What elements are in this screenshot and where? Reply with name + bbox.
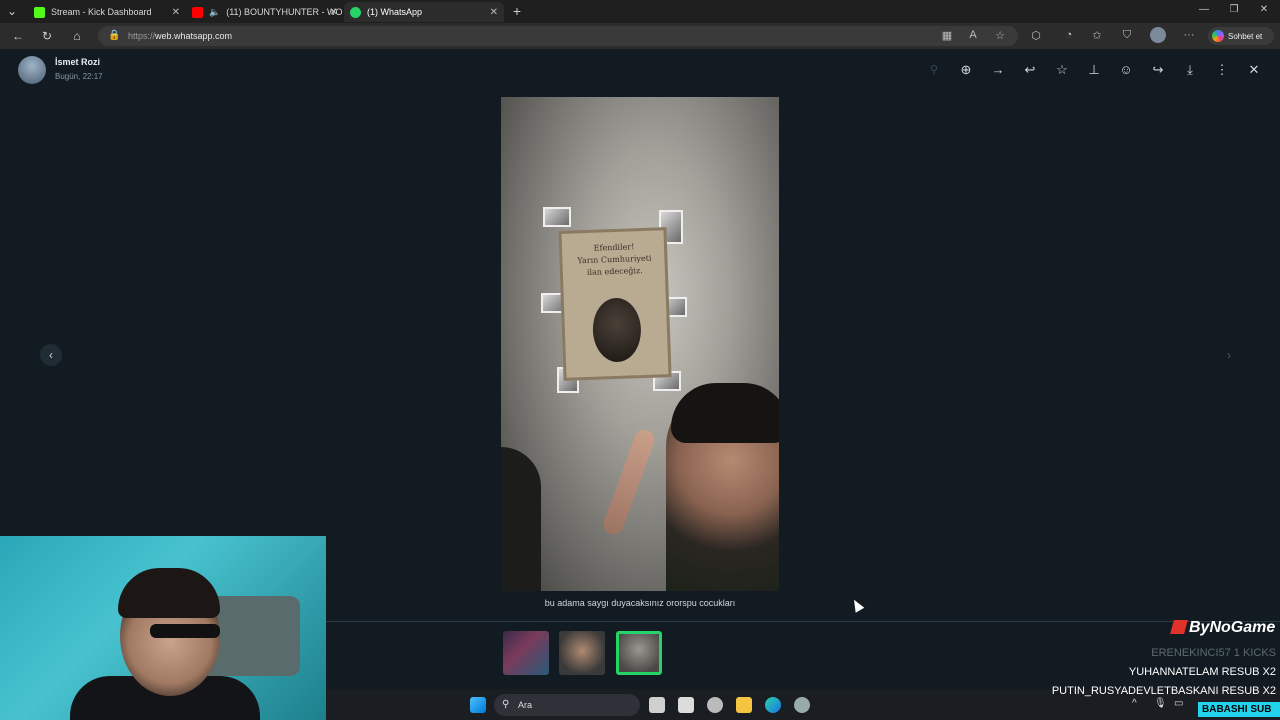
lock-icon: 🔒 [108, 30, 121, 41]
extensions-icon[interactable]: ⬡ [1029, 29, 1043, 42]
cam-glasses [150, 624, 220, 638]
person-hair [671, 383, 779, 443]
browser-tab-bar: ⌄ Stream - Kick Dashboard ✕ 🔈 (11) BOUNT… [0, 0, 1280, 23]
network-icon[interactable]: ▭ [1174, 698, 1183, 709]
search-icon: ⚲ [502, 699, 510, 710]
star-icon[interactable]: ☆ [1053, 61, 1071, 79]
event-line: PUTIN_RUSYADEVLETBASKANI RESUB X2 [1051, 685, 1276, 697]
reply-icon[interactable]: ↩ [1021, 61, 1039, 79]
wall-poster: Efendiler! Yarın Cumhuriyeti ilan edeceğ… [558, 227, 672, 381]
tab-kick-dashboard[interactable]: Stream - Kick Dashboard ✕ [28, 2, 186, 22]
home-icon[interactable]: ⌂ [69, 28, 85, 44]
sender-name: İsmet Rozi [55, 57, 101, 67]
shadow-figure [501, 447, 541, 591]
share-icon[interactable]: ↪ [1149, 61, 1167, 79]
apps-icon[interactable]: ▦ [940, 29, 954, 42]
refresh-icon[interactable]: ↻ [39, 28, 55, 44]
event-line: YUHANNATELAM RESUB X2 [1128, 666, 1276, 678]
favorite-star-icon[interactable]: ☆ [993, 29, 1007, 42]
kick-icon [34, 6, 45, 18]
url-input[interactable]: 🔒 https://web.whatsapp.com [98, 26, 1018, 46]
message-timestamp: Bugün, 22:17 [55, 72, 103, 81]
close-icon[interactable]: ✕ [1245, 61, 1263, 79]
cam-hair [118, 568, 220, 618]
copilot-label: Sohbet et [1228, 31, 1263, 41]
wall-photo [543, 207, 571, 227]
shield-icon[interactable]: ⛉ [1120, 29, 1134, 42]
tray-chevron-icon[interactable]: ^ [1132, 698, 1137, 709]
address-bar-row: ← ↻ ⌂ 🔒 https://web.whatsapp.com ▦ A ☆ ⬡… [0, 23, 1280, 49]
app-icon[interactable] [707, 697, 723, 713]
close-icon[interactable]: ✕ [172, 7, 180, 18]
back-icon[interactable]: ← [10, 28, 26, 44]
search-placeholder: Ara [518, 700, 533, 710]
copilot-button[interactable]: Sohbet et [1208, 27, 1274, 45]
taskbar-search[interactable]: ⚲ Ara [494, 694, 640, 716]
profile-switch-icon[interactable]: ◔ [1062, 29, 1076, 41]
task-view-icon[interactable] [649, 697, 665, 713]
brand-name: ByNoGame [1189, 619, 1276, 636]
media-thumbnail[interactable] [559, 631, 605, 675]
whatsapp-icon [350, 6, 361, 18]
read-aloud-icon[interactable]: A [966, 29, 980, 41]
zoom-out-icon: ⚲ [929, 64, 939, 76]
poster-text: Efendiler! Yarın Cumhuriyeti ilan edeceğ… [577, 242, 652, 277]
maximize-icon[interactable]: ❐ [1224, 4, 1244, 15]
favorites-icon[interactable]: ✩ [1090, 29, 1104, 42]
previous-media-button[interactable]: ‹ [40, 344, 62, 366]
tab-youtube[interactable]: 🔈 (11) BOUNTYHUNTER - WO ✕ [186, 2, 344, 22]
poster-portrait [591, 297, 643, 363]
profile-avatar[interactable] [1150, 27, 1166, 43]
youtube-icon [192, 6, 203, 18]
tab-title: (1) WhatsApp [367, 7, 423, 17]
more-icon[interactable]: ⋮ [1213, 61, 1231, 79]
close-icon[interactable]: ✕ [490, 7, 498, 18]
store-icon[interactable] [678, 697, 694, 713]
window-close-icon[interactable]: ✕ [1254, 4, 1274, 15]
next-media-button[interactable]: › [1218, 344, 1240, 366]
pin-icon[interactable]: ⊥ [1085, 61, 1103, 79]
media-thumbnail[interactable] [503, 631, 549, 675]
tab-whatsapp[interactable]: (1) WhatsApp ✕ [344, 2, 504, 22]
bynogame-icon [1170, 620, 1188, 634]
new-tab-button[interactable]: + [509, 3, 525, 19]
sub-badge: BABASHI SUB [1198, 702, 1280, 717]
media-thumbnail-selected[interactable] [616, 631, 662, 675]
url-scheme: https:// [128, 31, 156, 41]
more-icon[interactable]: ··· [1182, 29, 1196, 41]
emoji-icon[interactable]: ☺ [1117, 61, 1135, 79]
microphone-icon[interactable]: 🎙 [1154, 698, 1167, 709]
minimize-icon[interactable]: — [1194, 4, 1214, 15]
event-line: ERENEKINCI57 1 KICKS [1151, 647, 1276, 659]
close-icon[interactable]: ✕ [330, 7, 338, 18]
start-icon[interactable] [470, 697, 486, 713]
forward-arrow-icon[interactable]: → [989, 61, 1007, 79]
media-image: Efendiler! Yarın Cumhuriyeti ilan edeceğ… [501, 97, 779, 591]
tab-title: Stream - Kick Dashboard [51, 7, 152, 17]
speaker-icon[interactable]: 🔈 [209, 7, 220, 18]
pointing-finger [600, 426, 658, 538]
url-host: web.whatsapp.com [155, 31, 233, 41]
file-explorer-icon[interactable] [736, 697, 752, 713]
settings-icon[interactable] [794, 697, 810, 713]
brand-logo: ByNoGame [1170, 619, 1276, 637]
tab-title: (11) BOUNTYHUNTER - WO [226, 7, 343, 17]
zoom-in-icon[interactable]: ⊕ [957, 61, 975, 79]
copilot-icon [1212, 30, 1224, 42]
thumbnail-divider [326, 621, 1280, 622]
tab-list-icon[interactable]: ⌄ [4, 3, 20, 19]
avatar[interactable] [18, 56, 46, 84]
edge-icon[interactable] [765, 697, 781, 713]
webcam-overlay [0, 536, 326, 720]
download-icon[interactable]: ⤓ [1181, 61, 1199, 79]
